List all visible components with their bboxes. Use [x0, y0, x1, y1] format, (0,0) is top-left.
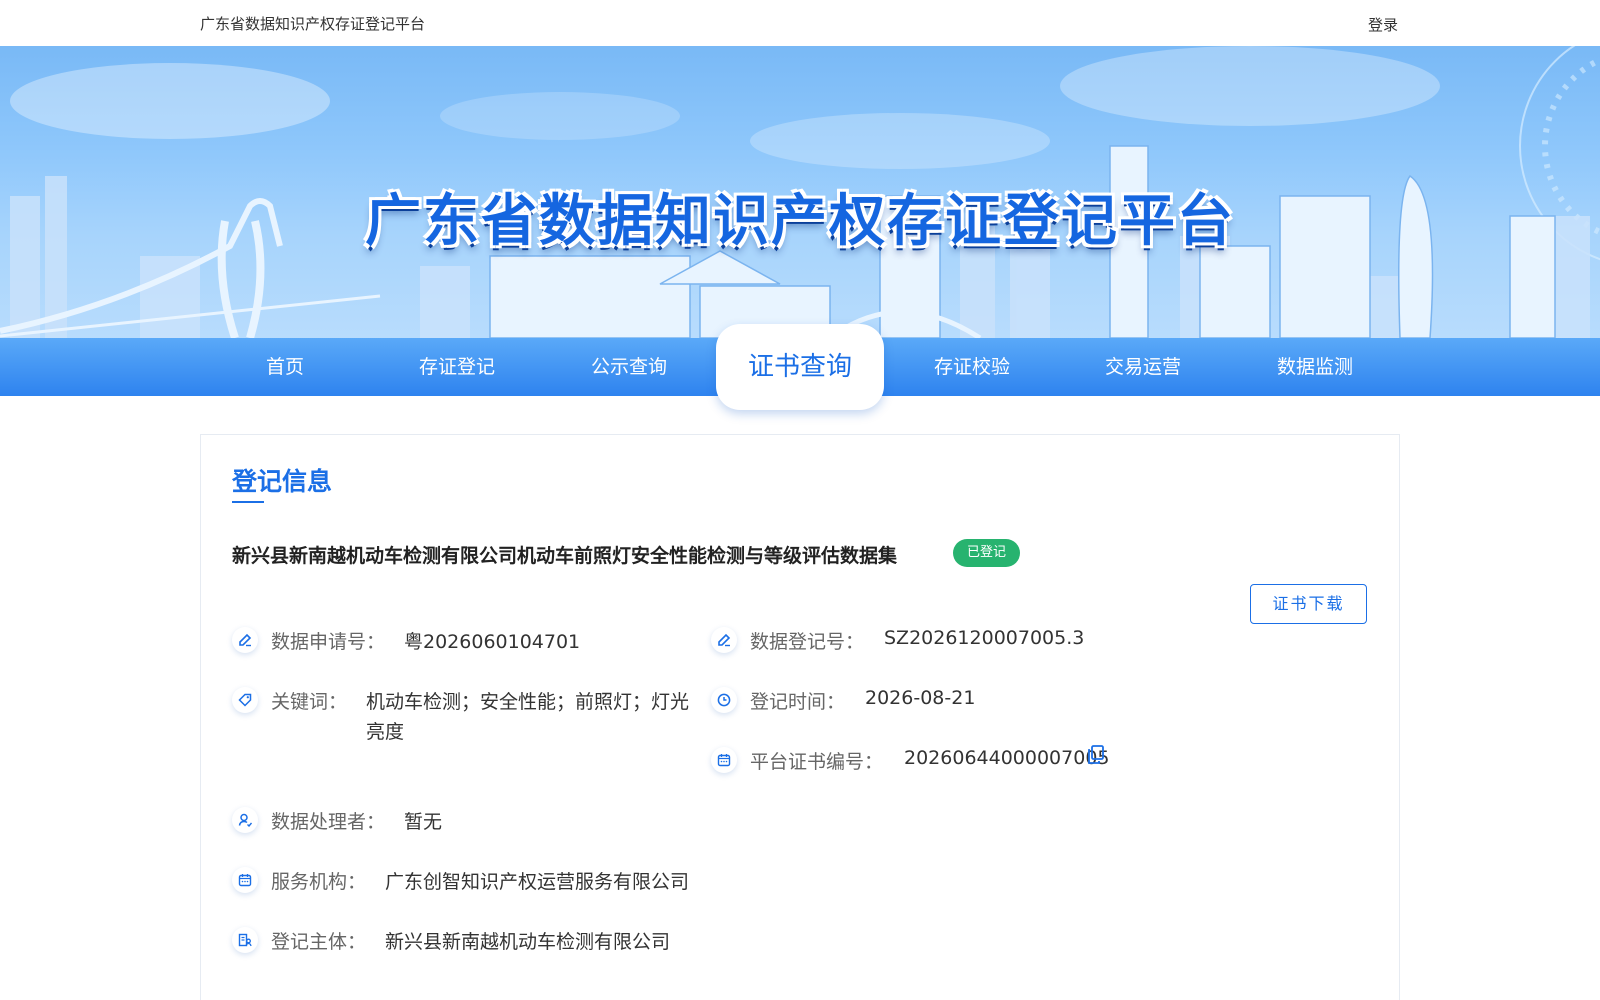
section-title-underline: [232, 501, 264, 503]
nav-trade-operation[interactable]: 交易运营: [1058, 338, 1228, 396]
field-value: 新兴县新南越机动车检测有限公司: [385, 931, 671, 953]
section-title: 登记信息: [232, 467, 333, 496]
field-value: SZ2026120007005.3: [884, 627, 1085, 649]
login-link[interactable]: 登录: [1368, 14, 1398, 35]
hero-banner: 广东省数据知识产权存证登记平台: [0, 46, 1600, 338]
nav-home[interactable]: 首页: [200, 338, 370, 396]
nav-deposit-register[interactable]: 存证登记: [372, 338, 542, 396]
site-title: 广东省数据知识产权存证登记平台: [200, 15, 426, 33]
nav-deposit-verify[interactable]: 存证校验: [887, 338, 1057, 396]
field-label: 数据申请号：: [271, 631, 386, 653]
field-value: 广东创智知识产权运营服务有限公司: [385, 871, 690, 893]
field-value: 粤2026060104701: [404, 631, 581, 653]
clock-icon: [711, 687, 737, 713]
edit-icon: [711, 627, 737, 653]
user-icon: [232, 807, 258, 833]
field-label: 登记时间：: [750, 691, 846, 713]
nav-active-label: 证书查询: [747, 352, 852, 382]
calendar-icon: [232, 867, 258, 893]
nav-data-monitor[interactable]: 数据监测: [1230, 338, 1400, 396]
field-value: 20260644000007005: [904, 747, 1110, 769]
field-label: 关键词：: [271, 691, 348, 713]
field-value: 2026-08-21: [865, 687, 976, 709]
dataset-name: 新兴县新南越机动车检测有限公司机动车前照灯安全性能检测与等级评估数据集: [232, 545, 898, 567]
copy-icon[interactable]: [1087, 745, 1105, 770]
field-label: 登记主体：: [271, 931, 367, 953]
field-label: 平台证书编号：: [750, 751, 884, 773]
edit-icon: [232, 627, 258, 653]
certificate-download-button[interactable]: 证书下载: [1250, 584, 1367, 624]
nav-public-query[interactable]: 公示查询: [544, 338, 714, 396]
building-user-icon: [232, 927, 258, 953]
top-bar: 广东省数据知识产权存证登记平台 登录: [0, 0, 1600, 46]
field-value-line1: 机动车检测；安全性能；前照灯；灯光: [366, 691, 690, 713]
calendar-icon: [711, 747, 737, 773]
field-value: 暂无: [404, 811, 443, 833]
tag-icon: [232, 687, 258, 713]
field-label: 数据处理者：: [271, 811, 386, 833]
record-card: 登记信息 新兴县新南越机动车检测有限公司机动车前照灯安全性能检测与等级评估数据集…: [200, 434, 1400, 1000]
field-label: 数据登记号：: [750, 631, 865, 653]
field-label: 服务机构：: [271, 871, 367, 893]
banner-title: 广东省数据知识产权存证登记平台: [365, 189, 1235, 254]
nav-certificate-query[interactable]: 证书查询: [716, 324, 884, 410]
field-value-line2: 亮度: [366, 721, 405, 743]
status-badge: 已登记: [953, 539, 1021, 567]
